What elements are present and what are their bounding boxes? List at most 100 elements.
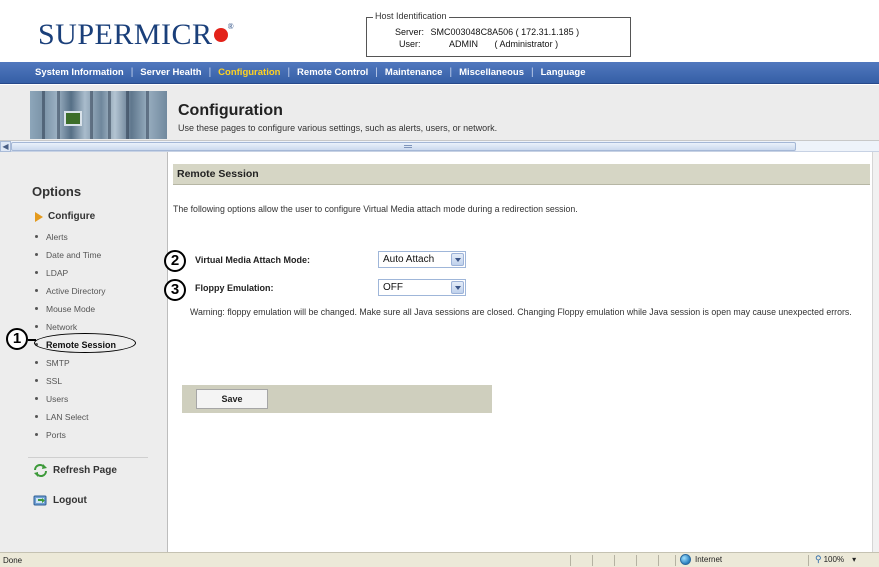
sidebar-item-ports[interactable]: Ports <box>35 426 116 444</box>
nav-configuration[interactable]: Configuration <box>218 67 280 78</box>
virtual-media-attach-mode-select[interactable]: Auto Attach <box>378 251 466 268</box>
status-divider <box>658 555 659 566</box>
bullet-icon <box>35 271 38 275</box>
sidebar-item-label: Users <box>46 394 69 404</box>
globe-icon <box>680 554 691 565</box>
sidebar-item-label: Date and Time <box>46 250 102 260</box>
host-user-role: ( Administrator ) <box>494 39 559 49</box>
scrollbar-thumb[interactable] <box>11 142 796 151</box>
host-user-name: ADMIN <box>449 39 479 49</box>
sidebar-item-label: Ports <box>46 430 66 440</box>
vertical-scrollbar[interactable] <box>872 152 879 552</box>
callout-number-2: 2 <box>164 250 186 272</box>
status-divider <box>636 555 637 566</box>
sidebar-item-ldap[interactable]: LDAP <box>35 264 116 282</box>
chevron-down-icon[interactable] <box>451 281 464 294</box>
bullet-icon <box>35 253 38 257</box>
host-identification-box: Host Identification Server: SMC003048C8A… <box>366 11 631 57</box>
virtual-media-attach-mode-value: Auto Attach <box>383 254 435 265</box>
logo-text: SUPERMICR <box>38 18 213 51</box>
bullet-icon <box>35 289 38 293</box>
sidebar-item-lan-select[interactable]: LAN Select <box>35 408 116 426</box>
sidebar-divider <box>28 457 148 458</box>
nav-separator: | <box>208 67 212 78</box>
logout-label: Logout <box>53 495 87 506</box>
host-user-label: User: <box>399 39 421 49</box>
refresh-page-link[interactable]: Refresh Page <box>33 464 117 477</box>
status-divider <box>570 555 571 566</box>
logo-red-dot-icon <box>213 28 228 43</box>
floppy-emulation-select[interactable]: OFF <box>378 279 466 296</box>
host-server-value: SMC003048C8A506 ( 172.31.1.185 ) <box>430 27 580 37</box>
page-banner: Configuration Use these pages to configu… <box>0 85 879 141</box>
logo-registered-mark: ® <box>227 22 235 31</box>
sidebar-item-ssl[interactable]: SSL <box>35 372 116 390</box>
sidebar-item-label: SMTP <box>46 358 70 368</box>
configure-label: Configure <box>48 211 96 222</box>
save-button[interactable]: Save <box>196 389 268 409</box>
nav-server-health[interactable]: Server Health <box>140 67 201 78</box>
zoom-icon: ⚲ <box>815 554 822 564</box>
sidebar-item-label: Active Directory <box>46 286 106 296</box>
floppy-emulation-value: OFF <box>383 282 403 293</box>
bullet-icon <box>35 307 38 311</box>
sidebar-item-label: SSL <box>46 376 63 386</box>
refresh-icon <box>34 464 47 477</box>
callout-number-1: 1 <box>6 328 28 350</box>
nav-maintenance[interactable]: Maintenance <box>385 67 443 78</box>
status-divider <box>675 555 676 566</box>
configure-heading[interactable]: Configure <box>35 211 95 222</box>
bullet-icon <box>35 397 38 401</box>
sidebar-item-active-directory[interactable]: Active Directory <box>35 282 116 300</box>
host-identification-legend: Host Identification <box>373 11 449 21</box>
bullet-icon <box>35 235 38 239</box>
sidebar-item-alerts[interactable]: Alerts <box>35 228 116 246</box>
nav-language[interactable]: Language <box>541 67 586 78</box>
nav-system-information[interactable]: System Information <box>35 67 124 78</box>
sidebar-item-mouse-mode[interactable]: Mouse Mode <box>35 300 116 318</box>
chevron-down-icon[interactable]: ▾ <box>852 555 856 564</box>
sidebar-item-date-and-time[interactable]: Date and Time <box>35 246 116 264</box>
horizontal-scrollbar[interactable]: ◀ <box>0 141 879 152</box>
zoom-level: 100% <box>823 555 845 564</box>
security-zone: Internet <box>680 554 722 565</box>
sidebar-item-label: Network <box>46 322 78 332</box>
status-text: Done <box>3 556 23 565</box>
page-title: Configuration <box>178 102 283 119</box>
bullet-icon <box>35 415 38 419</box>
page-header: SUPERMICR ® Host Identification Server: S… <box>0 0 879 62</box>
scrollbar-grip <box>403 145 412 148</box>
save-bar: Save <box>182 385 492 413</box>
callout-number-3: 3 <box>164 279 186 301</box>
nav-separator: | <box>531 67 534 78</box>
main-nav-bar: System Information | Server Health | Con… <box>0 62 879 84</box>
chevron-down-icon[interactable] <box>451 253 464 266</box>
supermicro-logo: SUPERMICR ® <box>38 18 234 52</box>
nav-miscellaneous[interactable]: Miscellaneous <box>459 67 524 78</box>
main-content: Remote Session The following options all… <box>168 152 879 552</box>
zoom-control[interactable]: ⚲ 100% ▾ <box>815 554 856 565</box>
logout-link[interactable]: Logout <box>33 494 87 507</box>
options-title: Options <box>32 184 82 199</box>
sidebar-item-label: Mouse Mode <box>46 304 96 314</box>
bullet-icon <box>35 361 38 365</box>
sidebar-item-users[interactable]: Users <box>35 390 116 408</box>
scroll-left-arrow-icon[interactable]: ◀ <box>0 141 11 152</box>
status-divider <box>614 555 615 566</box>
sidebar-item-label: LDAP <box>46 268 69 278</box>
virtual-media-attach-mode-label: Virtual Media Attach Mode: <box>195 255 311 265</box>
sidebar-item-smtp[interactable]: SMTP <box>35 354 116 372</box>
security-zone-label: Internet <box>695 555 723 564</box>
section-header: Remote Session <box>173 164 870 185</box>
host-server-label: Server: <box>395 27 425 37</box>
host-server-row: Server: SMC003048C8A506 ( 172.31.1.185 ) <box>395 27 579 37</box>
bullet-icon <box>35 325 38 329</box>
host-user-row: User: ADMIN ( Administrator ) <box>399 39 558 49</box>
nav-separator: | <box>130 67 134 78</box>
refresh-page-label: Refresh Page <box>53 465 117 476</box>
nav-separator: | <box>449 67 453 78</box>
nav-remote-control[interactable]: Remote Control <box>297 67 368 78</box>
floppy-emulation-label: Floppy Emulation: <box>195 283 274 293</box>
status-divider <box>592 555 593 566</box>
server-rack-icon <box>30 91 167 139</box>
